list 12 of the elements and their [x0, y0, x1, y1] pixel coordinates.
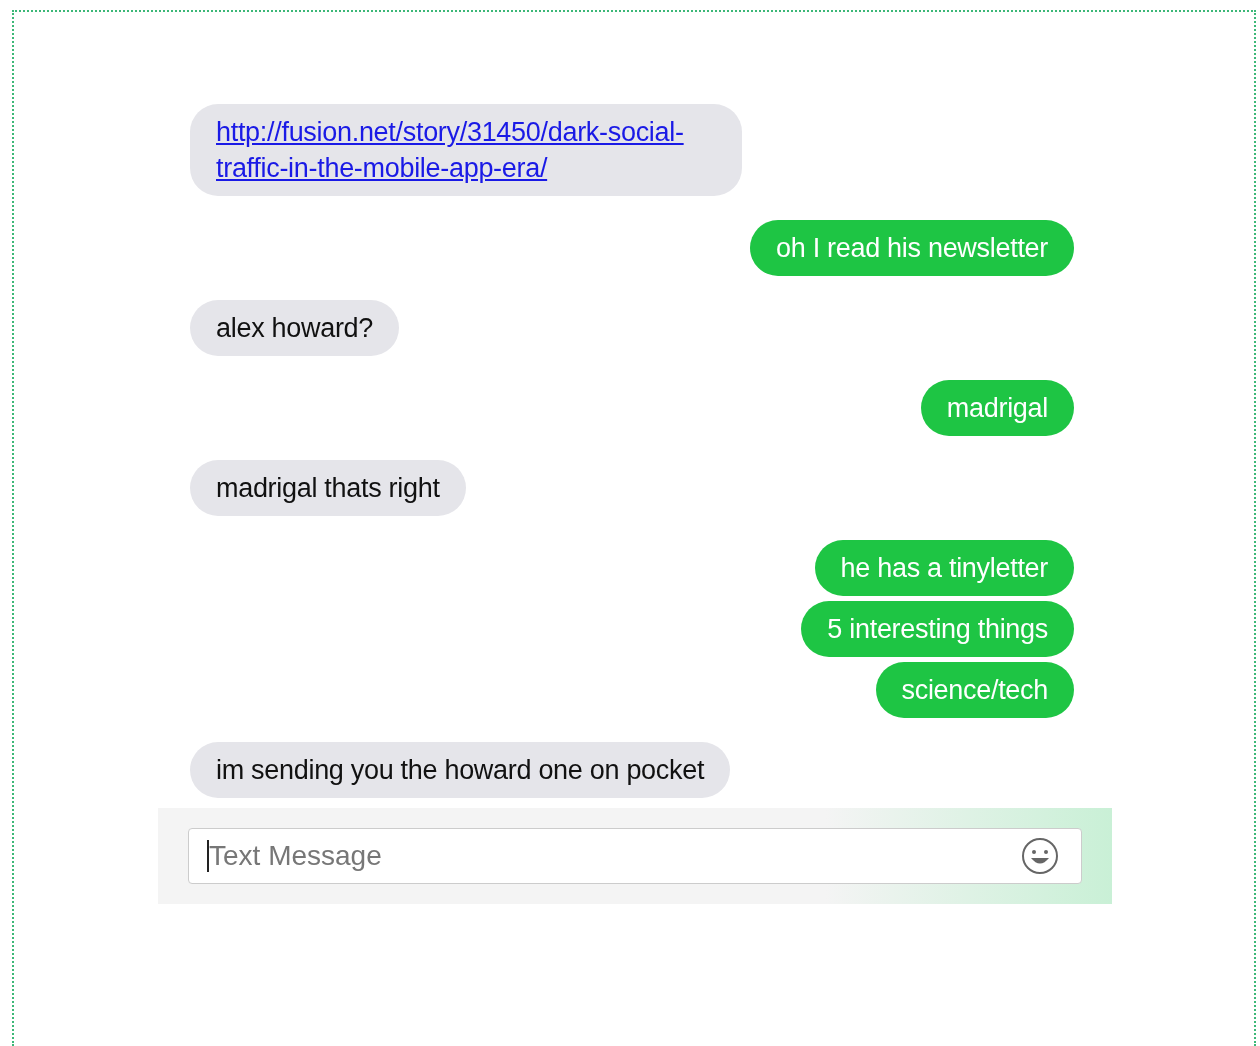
text-cursor [207, 840, 209, 872]
message-bubble: oh I read his newsletter [750, 220, 1074, 276]
message-bubble: im sending you the howard one on pocket [190, 742, 731, 798]
message-bubble: science/tech [875, 662, 1074, 718]
message-bubble: madrigal [920, 380, 1074, 436]
message-link[interactable]: http://fusion.net/story/31450/dark-social-traffic-in-the-mobile-app-era/ [216, 114, 716, 186]
message-bubble: he has a tinyletter [814, 540, 1074, 596]
message-bubble: alex howard? [190, 300, 399, 356]
message-bubble: 5 interesting things [801, 601, 1074, 657]
smiley-icon[interactable] [1020, 836, 1060, 876]
message-field[interactable]: Text Message [188, 828, 1082, 884]
message-bubble: madrigal thats right [190, 460, 466, 516]
